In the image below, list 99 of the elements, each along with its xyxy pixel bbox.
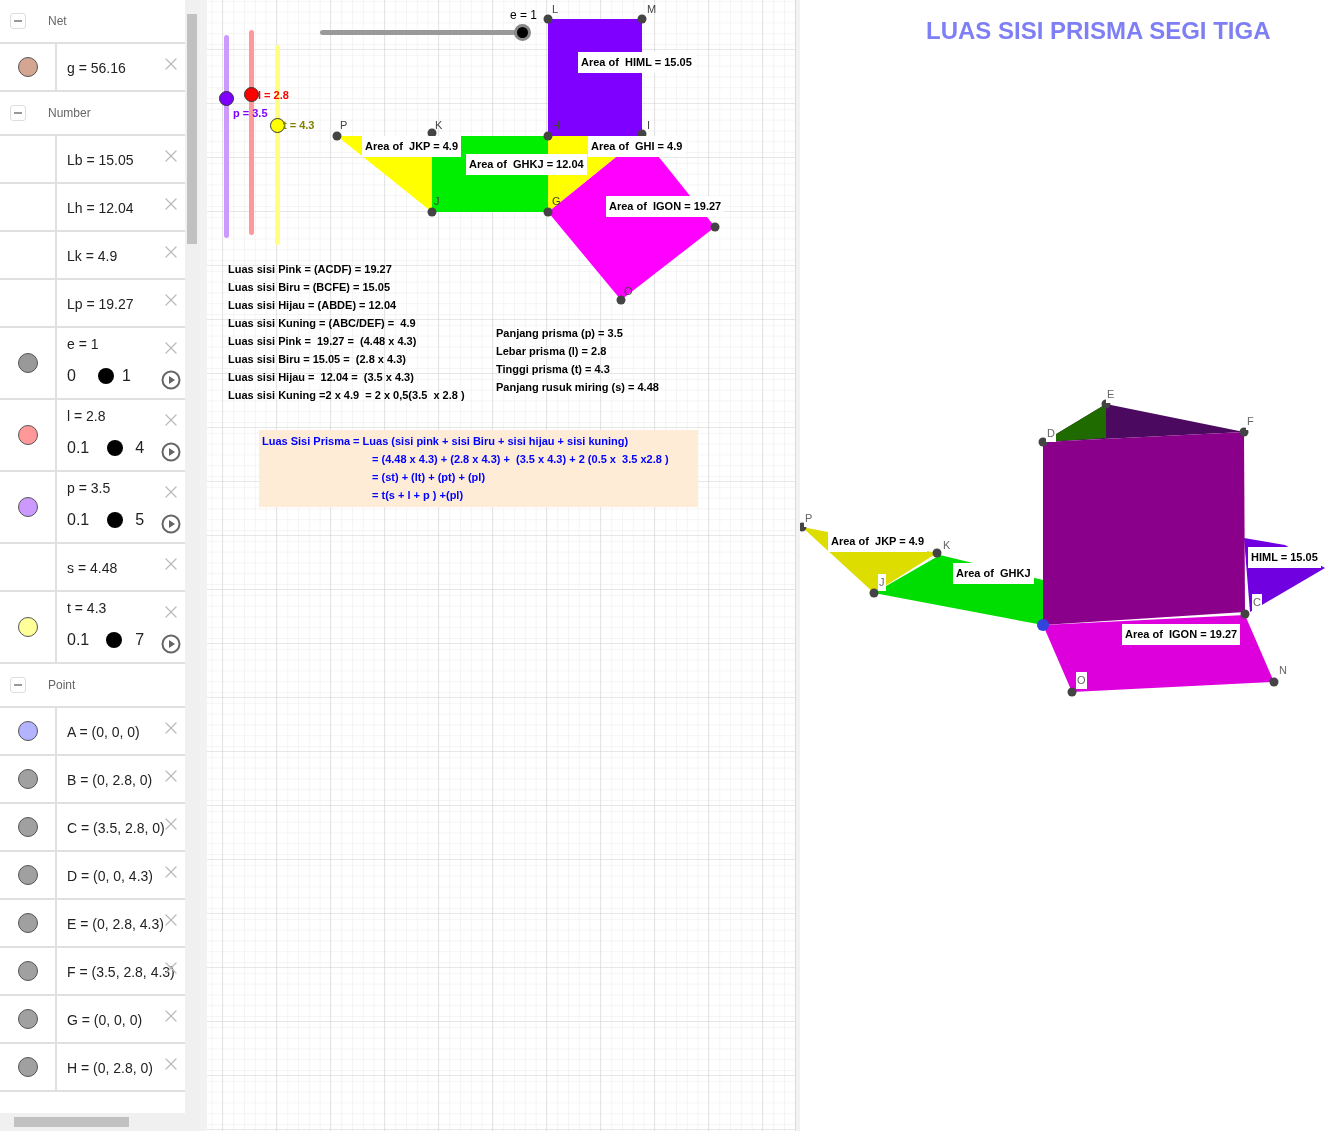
point-label: J — [434, 194, 440, 209]
algebra-entry[interactable]: Lh = 12.04 — [67, 198, 134, 219]
algebra-entry[interactable]: D = (0, 0, 4.3) — [67, 866, 153, 887]
slider-min: 0.1 — [67, 630, 90, 650]
point-label: I — [647, 118, 651, 133]
area-label: Area of GHKJ = 12.04 — [466, 154, 587, 175]
play-icon[interactable] — [161, 514, 181, 534]
dimension-text: Lebar prisma (l) = 2.8 — [496, 344, 608, 359]
point-label: O — [1076, 672, 1087, 689]
area-label: HIML = 15.05 — [1248, 547, 1321, 568]
point-label: P — [340, 118, 348, 133]
point-dot[interactable] — [427, 207, 437, 217]
algebra-entry[interactable]: t = 4.3 — [67, 598, 107, 619]
point-label: O — [624, 284, 633, 299]
point-dot[interactable] — [932, 548, 942, 558]
algebra-entry[interactable]: B = (0, 2.8, 0) — [67, 770, 153, 791]
point-dot[interactable] — [616, 295, 626, 305]
point-label: M — [647, 2, 657, 17]
point-label: J — [878, 574, 886, 591]
algebra-entry[interactable]: C = (3.5, 2.8, 0) — [67, 818, 165, 839]
area-label: Area of GHKJ — [953, 563, 1034, 584]
point-dot[interactable] — [1037, 619, 1049, 631]
group-header[interactable]: Point — [48, 676, 76, 694]
algebra-entry[interactable]: H = (0, 2.8, 0) — [67, 1058, 153, 1079]
algebra-entry[interactable]: Lk = 4.9 — [67, 246, 118, 267]
point-label: L — [552, 2, 559, 17]
area-label: Area of IGON = 19.27 — [1122, 624, 1241, 645]
dimension-text: Panjang prisma (p) = 3.5 — [496, 326, 624, 341]
point-dot[interactable] — [637, 14, 647, 24]
area-label: Area of HIML = 15.05 — [578, 52, 695, 73]
slider-max: 1 — [121, 366, 131, 386]
slider-max: 4 — [135, 438, 145, 458]
dimension-text: Panjang rusuk miring (s) = 4.48 — [496, 380, 659, 395]
slider-max: 7 — [135, 630, 145, 650]
point-dot[interactable] — [543, 207, 553, 217]
slider-thumb[interactable] — [105, 632, 122, 648]
group-header[interactable]: Number — [48, 104, 91, 122]
slider-max: 5 — [135, 510, 145, 530]
vertical-scrollbar[interactable] — [185, 0, 200, 1131]
formula-text: Luas sisi Hijau = (ABDE) = 12.04 — [228, 298, 398, 313]
algebra-entry[interactable]: s = 4.48 — [67, 558, 118, 579]
point-dot[interactable] — [1239, 427, 1249, 437]
algebra-entry[interactable]: G = (0, 0, 0) — [67, 1010, 143, 1031]
group-header[interactable]: Net — [48, 12, 67, 30]
slider-min: 0.1 — [67, 510, 90, 530]
area-label: Area of IGON = 19.27 — [606, 196, 725, 217]
formula-text: = (st) + (lt) + (pt) + (pl) — [371, 470, 487, 485]
page-title: LUAS SISI PRISMA SEGI TIGA — [926, 16, 1271, 46]
point-dot[interactable] — [869, 588, 879, 598]
algebra-entry[interactable]: Lp = 19.27 — [67, 294, 134, 315]
slider-label: e = 1 — [510, 7, 538, 24]
formula-text: = t(s + l + p ) +(pl) — [371, 488, 465, 503]
formula-text: Luas sisi Pink = (ACDF) = 19.27 — [228, 262, 393, 277]
play-icon[interactable] — [161, 634, 181, 654]
slider-thumb[interactable] — [97, 368, 114, 384]
algebra-entry[interactable]: g = 56.16 — [67, 58, 126, 79]
point-dot[interactable] — [543, 14, 553, 24]
play-icon[interactable] — [161, 370, 181, 390]
formula-text: Luas sisi Biru = (BCFE) = 15.05 — [228, 280, 391, 295]
algebra-entry[interactable]: p = 3.5 — [67, 478, 111, 499]
point-dot[interactable] — [1269, 677, 1279, 687]
area-label: Area of GHI = 4.9 — [588, 136, 686, 157]
slider-label: l = 2.8 — [258, 88, 289, 103]
collapse-icon[interactable] — [10, 13, 26, 29]
algebra-entry[interactable]: A = (0, 0, 0) — [67, 722, 140, 743]
formula-text: = (4.48 x 4.3) + (2.8 x 4.3) + (3.5 x 4.3) + 2 (0.5 x 3.5 x2.8 ) — [371, 452, 670, 467]
play-icon[interactable] — [161, 442, 181, 462]
formula-text: Luas sisi Hijau = 12.04 = (3.5 x 4.3) — [228, 370, 415, 385]
area-label: Area of JKP = 4.9 — [362, 136, 462, 157]
point-dot[interactable] — [1038, 437, 1048, 447]
algebra-entry[interactable]: e = 1 — [67, 334, 99, 355]
algebra-entry[interactable]: E = (0, 2.8, 4.3) — [67, 914, 164, 935]
algebra-entry[interactable]: Lb = 15.05 — [67, 150, 134, 171]
slider-thumb[interactable] — [106, 512, 123, 528]
formula-text: Luas sisi Pink = 19.27 = (4.48 x 4.3) — [228, 334, 418, 349]
dimension-text: Tinggi prisma (t) = 4.3 — [496, 362, 611, 377]
formula-text: Luas sisi Biru = 15.05 = (2.8 x 4.3) — [228, 352, 407, 367]
point-dot[interactable] — [543, 131, 553, 141]
slider-min: 0.1 — [67, 438, 90, 458]
formula-text: Luas sisi Kuning = (ABC/DEF) = 4.9 — [228, 316, 417, 331]
point-label: G — [552, 194, 561, 209]
algebra-entry[interactable]: l = 2.8 — [67, 406, 106, 427]
area-label: Area of JKP = 4.9 — [828, 531, 928, 552]
collapse-icon[interactable] — [10, 105, 26, 121]
slider-min: 0 — [67, 366, 76, 386]
formula-text: Luas Sisi Prisma = Luas (sisi pink + sisi Biru + sisi hijau + sisi kuning) — [262, 434, 630, 449]
slider-label: p = 3.5 — [233, 106, 268, 121]
point-dot[interactable] — [710, 222, 720, 232]
slider-label: t = 4.3 — [283, 118, 315, 133]
point-dot[interactable] — [1067, 687, 1077, 697]
point-label: C — [1252, 594, 1262, 611]
collapse-icon[interactable] — [10, 677, 26, 693]
horizontal-scrollbar[interactable] — [0, 1113, 185, 1131]
formula-text: Luas sisi Kuning =2 x 4.9 = 2 x 0,5(3.5 x 2.8 ) — [228, 388, 465, 403]
point-dot[interactable] — [1240, 609, 1250, 619]
point-label: H — [552, 118, 560, 133]
point-dot[interactable] — [332, 131, 342, 141]
point-label: K — [435, 118, 443, 133]
slider-thumb[interactable] — [106, 440, 123, 456]
